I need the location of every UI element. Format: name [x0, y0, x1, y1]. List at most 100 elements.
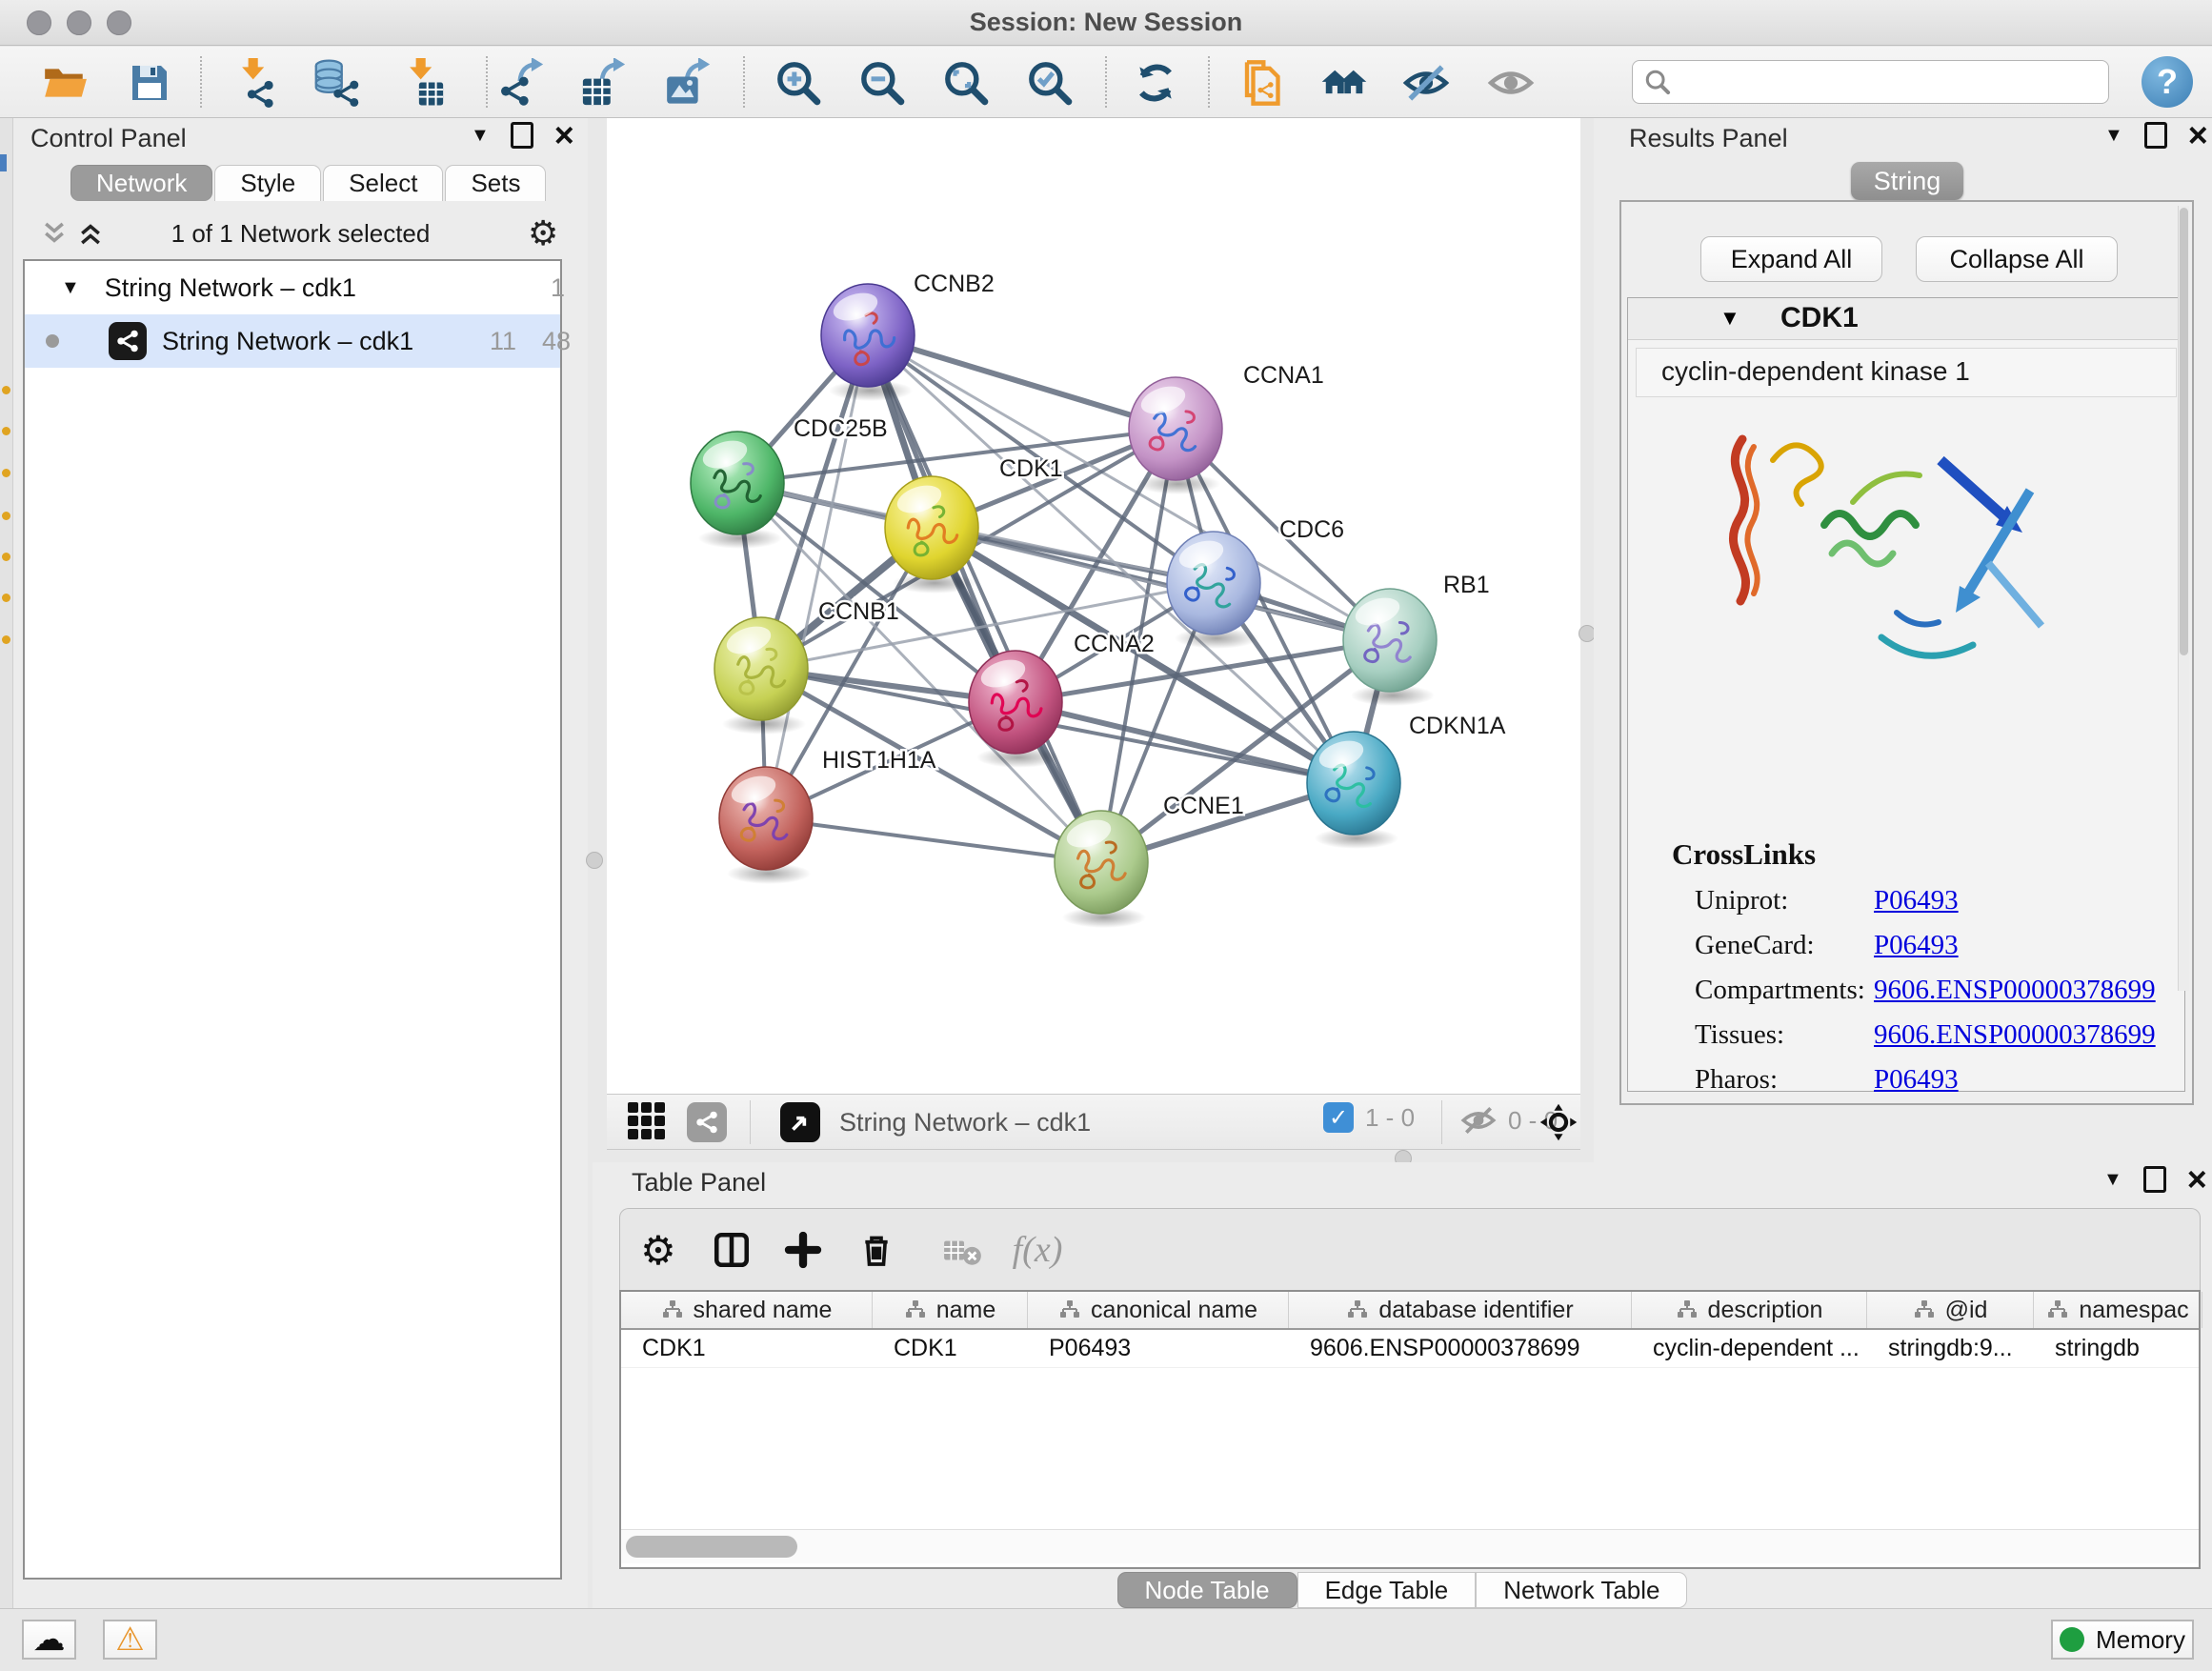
birds-eye-view-icon[interactable] [780, 1102, 820, 1142]
search-field[interactable] [1632, 60, 2109, 104]
node-CCNE1[interactable] [1055, 811, 1148, 928]
panel-float-icon[interactable] [2144, 122, 2167, 149]
export-network-icon[interactable] [495, 55, 551, 111]
panel-close-icon[interactable]: × [2187, 1166, 2207, 1193]
tab-string[interactable]: String [1851, 162, 1963, 200]
clone-network-icon[interactable] [1232, 55, 1287, 111]
column-header-description[interactable]: description [1632, 1292, 1867, 1328]
column-header-namespac[interactable]: namespac [2034, 1292, 2202, 1328]
panel-close-icon[interactable]: × [554, 122, 574, 149]
gene-section-header[interactable]: ▼ CDK1 [1628, 298, 2184, 340]
node-CDC25B[interactable] [691, 432, 784, 549]
save-session-icon[interactable] [122, 55, 177, 111]
node-CCNA1[interactable] [1129, 377, 1222, 494]
panel-close-icon[interactable]: × [2188, 122, 2208, 149]
table-cell[interactable]: CDK1 [873, 1330, 1028, 1367]
network-collection-row[interactable]: ▼ String Network – cdk1 1 [25, 261, 560, 314]
collapse-triangle-icon[interactable]: ▼ [61, 277, 80, 299]
panel-menu-icon[interactable]: ▼ [2103, 1169, 2122, 1191]
node-CDC6[interactable] [1167, 532, 1260, 649]
crosslink-compartments[interactable]: 9606.ENSP00000378699 [1874, 975, 2156, 1006]
table-cell[interactable]: stringdb [2034, 1330, 2202, 1367]
selected-nodes-indicator[interactable]: ✓ 1 - 0 [1323, 1102, 1415, 1133]
delete-column-icon[interactable] [849, 1222, 904, 1278]
table-cell[interactable]: 9606.ENSP00000378699 [1289, 1330, 1632, 1367]
network-overview-icon[interactable] [687, 1102, 727, 1142]
crosslink-pharos[interactable]: P06493 [1874, 1064, 1959, 1096]
edge-CCNB2-HIST1H1A[interactable] [766, 335, 868, 818]
create-column-icon[interactable] [775, 1222, 831, 1278]
expand-all-button[interactable]: Expand All [1700, 236, 1882, 282]
show-selected-icon[interactable] [1483, 55, 1538, 111]
node-CDKN1A[interactable] [1307, 732, 1400, 849]
crosslink-tissues[interactable]: 9606.ENSP00000378699 [1874, 1019, 2156, 1051]
section-collapse-icon[interactable]: ▼ [1719, 306, 1740, 331]
panel-float-icon[interactable] [511, 122, 533, 149]
table-horizontal-scrollbar[interactable] [621, 1529, 2199, 1563]
export-table-icon[interactable] [577, 55, 633, 111]
crosslink-genecard[interactable]: P06493 [1874, 930, 1959, 961]
hide-selected-icon[interactable] [1398, 55, 1454, 111]
tab-node-table[interactable]: Node Table [1117, 1572, 1297, 1608]
edge-CCNB2-CCNA1[interactable] [868, 335, 1176, 429]
selected-checkbox-icon[interactable]: ✓ [1323, 1102, 1354, 1133]
cloud-status-button[interactable]: ☁ [22, 1620, 76, 1660]
import-network-database-icon[interactable] [308, 55, 363, 111]
search-input[interactable] [1671, 69, 2081, 95]
panel-float-icon[interactable] [2143, 1166, 2166, 1193]
window-titlebar[interactable]: Session: New Session [0, 0, 2212, 46]
warnings-button[interactable]: ⚠ [103, 1620, 157, 1660]
table-cell[interactable]: CDK1 [621, 1330, 873, 1367]
table-cell[interactable]: P06493 [1028, 1330, 1289, 1367]
edge-CCNE1-HIST1H1A[interactable] [766, 818, 1101, 862]
vertical-splitter-handle[interactable] [586, 852, 603, 869]
node-CCNB1[interactable] [714, 617, 808, 735]
panel-menu-icon[interactable]: ▼ [2104, 125, 2123, 147]
tab-edge-table[interactable]: Edge Table [1297, 1572, 1477, 1608]
export-image-icon[interactable] [662, 55, 717, 111]
refresh-icon[interactable] [1128, 55, 1183, 111]
zoom-fit-icon[interactable] [938, 55, 994, 111]
column-header--id[interactable]: @id [1867, 1292, 2034, 1328]
table-row[interactable]: CDK1CDK1P064939606.ENSP00000378699cyclin… [621, 1330, 2199, 1368]
help-icon[interactable]: ? [2142, 56, 2193, 108]
scrollbar-thumb[interactable] [626, 1536, 797, 1558]
show-columns-icon[interactable] [704, 1222, 759, 1278]
column-header-name[interactable]: name [873, 1292, 1028, 1328]
table-cell[interactable]: cyclin-dependent ... [1632, 1330, 1867, 1367]
node-HIST1H1A[interactable] [719, 767, 813, 884]
tab-style[interactable]: Style [214, 165, 321, 201]
crosslink-uniprot[interactable]: P06493 [1874, 885, 1959, 916]
node-CDK1[interactable] [885, 476, 978, 594]
table-cell[interactable]: stringdb:9... [1867, 1330, 2034, 1367]
import-network-file-icon[interactable] [230, 55, 285, 111]
node-RB1[interactable] [1343, 589, 1437, 706]
column-header-database-identifier[interactable]: database identifier [1289, 1292, 1632, 1328]
memory-button[interactable]: Memory [2051, 1620, 2194, 1660]
column-header-canonical-name[interactable]: canonical name [1028, 1292, 1289, 1328]
delete-table-icon[interactable] [935, 1222, 991, 1278]
import-table-file-icon[interactable] [397, 55, 452, 111]
open-session-icon[interactable] [37, 55, 92, 111]
zoom-out-icon[interactable] [855, 55, 910, 111]
tab-network[interactable]: Network [70, 165, 212, 201]
node-CCNB2[interactable] [821, 284, 915, 401]
panel-menu-icon[interactable]: ▼ [471, 125, 490, 147]
show-all-networks-icon[interactable] [1317, 55, 1372, 111]
function-builder-icon[interactable]: f(x) [1010, 1222, 1065, 1278]
column-header-shared-name[interactable]: shared name [621, 1292, 873, 1328]
zoom-in-icon[interactable] [771, 55, 826, 111]
edge-CCNB2-CCNE1[interactable] [868, 335, 1101, 862]
grid-view-icon[interactable] [628, 1102, 665, 1139]
fit-content-crosshair-icon[interactable] [1538, 1102, 1579, 1142]
zoom-selected-icon[interactable] [1022, 55, 1077, 111]
string-network-graph[interactable]: CCNB2CCNA1CDC25BCDK1CDC6RB1CCNB1CCNA2CDK… [607, 118, 1580, 1094]
collapse-all-button[interactable]: Collapse All [1916, 236, 2118, 282]
network-canvas[interactable]: CCNB2CCNA1CDC25BCDK1CDC6RB1CCNB1CCNA2CDK… [607, 118, 1580, 1094]
results-scrollbar[interactable] [2178, 206, 2189, 991]
network-options-gear-icon[interactable]: ⚙ [528, 213, 558, 253]
node-CCNA2[interactable] [969, 651, 1062, 768]
tab-select[interactable]: Select [323, 165, 443, 201]
tab-sets[interactable]: Sets [445, 165, 546, 201]
network-row-selected[interactable]: String Network – cdk1 11 48 [25, 314, 560, 368]
